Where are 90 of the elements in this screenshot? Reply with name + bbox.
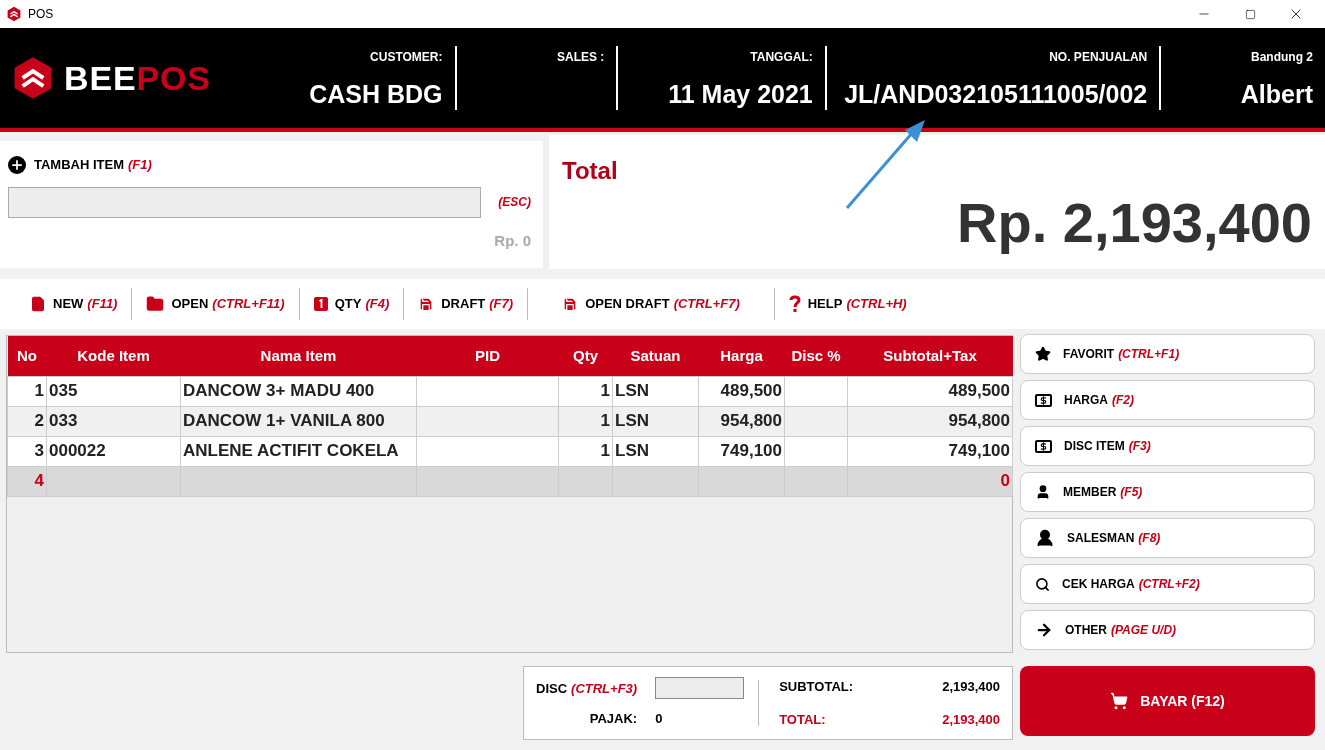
window-title: POS (28, 6, 54, 23)
table-cell: 1 (600, 381, 610, 401)
toolbar-button[interactable]: HELP (CTRL+H) (774, 294, 921, 314)
table-cell: 000022 (49, 441, 106, 461)
logo-text: BEEPOS (64, 57, 211, 99)
header-value: JL/AND032105111005/002 (844, 79, 1148, 110)
column-header[interactable]: Qty (558, 336, 613, 376)
side-button[interactable]: MEMBER (F5) (1020, 472, 1315, 512)
column-header[interactable]: Subtotal+Tax (847, 336, 1013, 376)
table-cell: 954,800 (720, 411, 782, 431)
person-icon (1035, 528, 1055, 548)
save-icon (562, 296, 579, 312)
table-cell: 3 (34, 441, 44, 461)
header-label: CUSTOMER: (370, 49, 443, 66)
table-cell: DANCOW 3+ MADU 400 (183, 381, 375, 401)
table-cell: ANLENE ACTIFIT COKELA (183, 441, 399, 461)
document-icon (30, 296, 46, 312)
pajak-label: PAJAK: (588, 710, 638, 729)
header-label: NO. PENJUALAN (1049, 49, 1148, 66)
side-button[interactable]: DISC ITEM (F3) (1020, 426, 1315, 466)
table-cell: LSN (615, 381, 649, 401)
money-icon (1035, 393, 1052, 407)
header-value: CASH BDG (309, 79, 443, 110)
column-header[interactable]: Disc % (784, 336, 848, 376)
toolbar-button[interactable]: NEW (F11) (16, 294, 132, 314)
table-row[interactable]: 1 035 DANCOW 3+ MADU 400 1 LSN 489,500 489,500 (7, 376, 1013, 406)
disc-field[interactable] (655, 677, 745, 700)
header-value: Albert (1240, 79, 1313, 110)
toolbar-button[interactable]: QTY (F4) (299, 294, 404, 314)
side-button[interactable]: HARGA (F2) (1020, 380, 1315, 420)
person-icon (1035, 484, 1051, 500)
table-cell: 4 (34, 471, 44, 491)
table-row[interactable]: 3 000022 ANLENE ACTIFIT COKELA 1 LSN 749,100 749,100 (7, 436, 1013, 466)
maximize-icon (1244, 8, 1256, 20)
subtotal-value: 2,193,400 (941, 677, 1000, 696)
item-price: Rp. 0 (494, 230, 531, 251)
item-search-field[interactable] (8, 186, 481, 218)
cart-icon (1110, 692, 1129, 710)
toolbar-button[interactable]: OPEN (CTRL+F11) (132, 294, 299, 314)
total-label: Total (562, 156, 619, 186)
table-cell: 035 (49, 381, 78, 401)
side-button[interactable]: CEK HARGA (CTRL+F2) (1020, 564, 1315, 604)
app-icon (6, 6, 22, 22)
table-cell: 0 (1000, 471, 1010, 491)
column-header[interactable]: Harga (698, 336, 785, 376)
header-label: Bandung 2 (1251, 49, 1313, 66)
table-cell: LSN (615, 441, 649, 461)
disc-label: DISC (CTRL+F3) (536, 679, 638, 698)
total-value: 2,193,400 (941, 711, 1000, 729)
table-cell: LSN (615, 411, 649, 431)
table-cell: 033 (49, 411, 78, 431)
table-cell: 749,100 (948, 441, 1010, 461)
arrow-right-icon (1035, 621, 1053, 639)
table-cell: 1 (34, 381, 44, 401)
table-cell: 954,800 (948, 411, 1010, 431)
table-cell: 1 (600, 441, 610, 461)
column-header[interactable]: PID (416, 336, 559, 376)
help-icon (788, 295, 801, 313)
table-cell: 489,500 (948, 381, 1010, 401)
search-icon (1035, 576, 1050, 592)
pajak-value: 0 (655, 710, 664, 729)
save-icon (418, 296, 435, 312)
pay-button[interactable]: BAYAR (F12) (1020, 666, 1315, 736)
column-header[interactable]: Kode Item (46, 336, 181, 376)
table-row[interactable]: 4 0 (7, 466, 1013, 496)
header-label: TANGGAL: (750, 49, 813, 66)
star-icon (1035, 346, 1051, 362)
numbered-square-icon (313, 297, 328, 311)
table-cell: 2 (34, 411, 44, 431)
table-cell: 1 (600, 411, 610, 431)
side-button[interactable]: OTHER (PAGE U/D) (1020, 610, 1315, 650)
header-value: 11 May 2021 (668, 79, 813, 110)
subtotal-label: SUBTOTAL: (779, 677, 854, 696)
column-header[interactable]: No (7, 336, 47, 376)
add-item-label: TAMBAH ITEM (F1) (34, 156, 152, 174)
column-header[interactable]: Satuan (612, 336, 699, 376)
esc-shortcut: (ESC) (498, 194, 531, 211)
toolbar-button[interactable]: OPEN DRAFT (CTRL+F7) (528, 294, 774, 314)
table-row[interactable]: 2 033 DANCOW 1+ VANILA 800 1 LSN 954,800 954,800 (7, 406, 1013, 436)
side-button[interactable]: FAVORIT (CTRL+F1) (1020, 334, 1315, 374)
header-label: SALES : (557, 49, 605, 66)
toolbar-button[interactable]: DRAFT (F7) (404, 294, 528, 314)
folder-icon (146, 295, 165, 313)
money-icon (1035, 439, 1052, 453)
side-button[interactable]: SALESMAN (F8) (1020, 518, 1315, 558)
total-label: TOTAL: (779, 711, 827, 729)
table-cell: 489,500 (720, 381, 782, 401)
table-cell: DANCOW 1+ VANILA 800 (183, 411, 385, 431)
column-header[interactable]: Nama Item (180, 336, 417, 376)
table-cell: 749,100 (720, 441, 782, 461)
